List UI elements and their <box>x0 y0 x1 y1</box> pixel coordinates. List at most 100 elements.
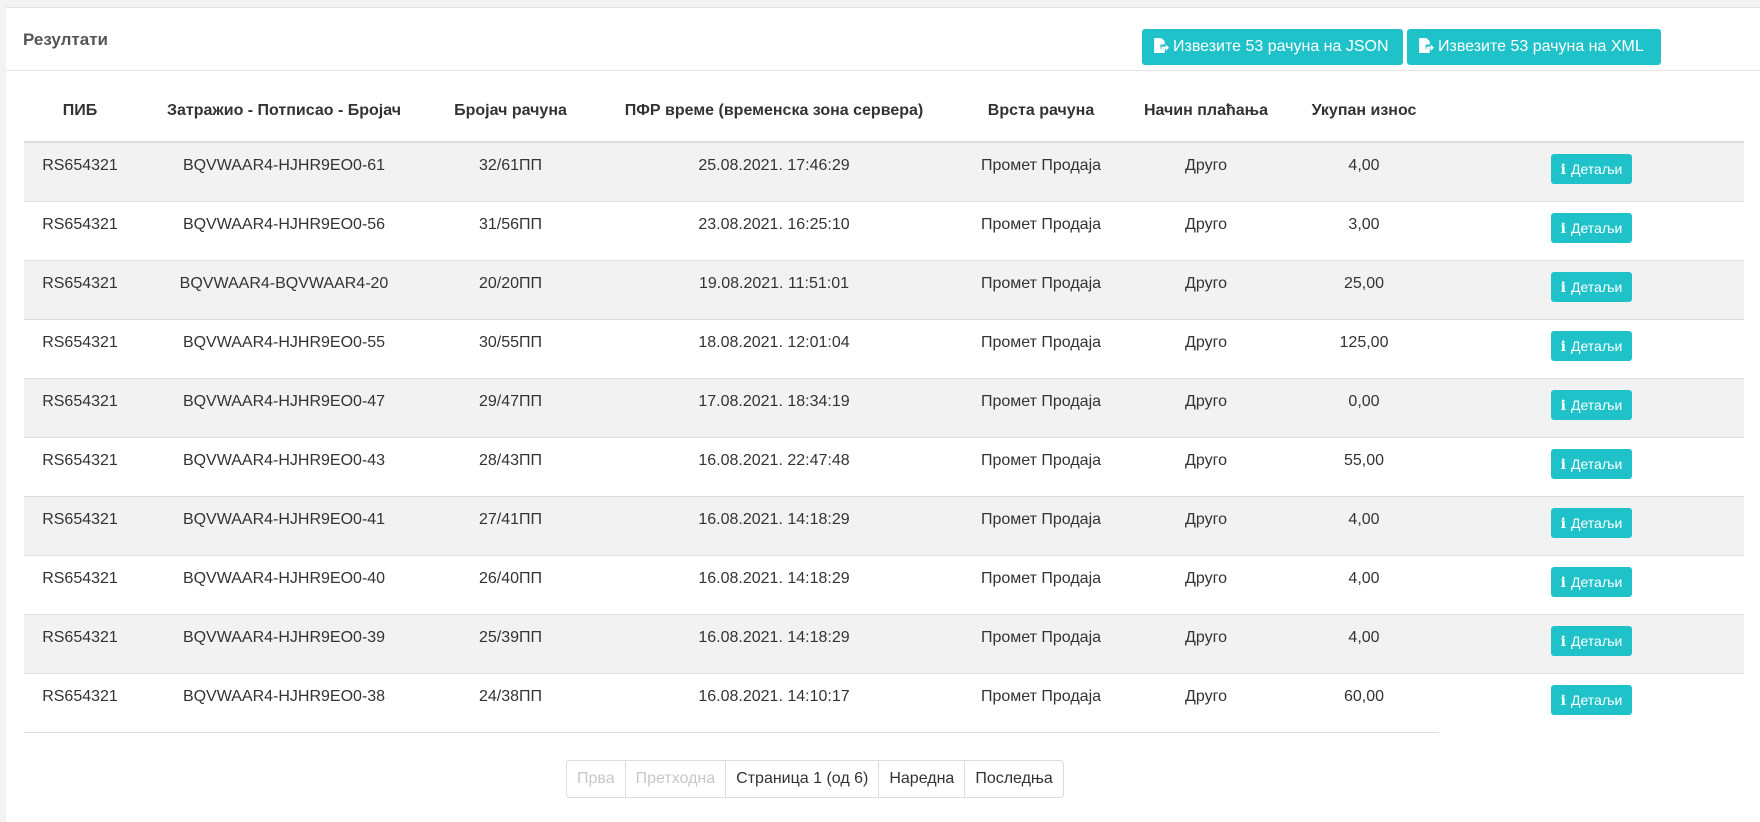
cell-total: 55,00 <box>1289 436 1439 496</box>
table-row: RS654321 BQVWAAR4-HJHR9EO0-61 32/61ПП 25.08… <box>24 141 1744 201</box>
cell-pib: RS654321 <box>24 318 136 378</box>
cell-type: Промет Продаја <box>959 613 1123 673</box>
cell-counter: 31/56ПП <box>432 200 589 260</box>
cell-total: 4,00 <box>1289 495 1439 555</box>
info-icon: i <box>1560 456 1566 473</box>
details-button[interactable]: i Детаљи <box>1551 212 1632 243</box>
export-json-button[interactable]: Извезите 53 рачуна на JSON <box>1142 29 1403 65</box>
cell-payment: Друго <box>1123 672 1289 733</box>
cell-time: 16.08.2021. 22:47:48 <box>589 436 959 496</box>
cell-actions: i Детаљи <box>1439 318 1744 378</box>
cell-payment: Друго <box>1123 495 1289 555</box>
table-row: RS654321 BQVWAAR4-HJHR9EO0-55 30/55ПП 18.08… <box>24 318 1744 378</box>
cell-total: 60,00 <box>1289 672 1439 733</box>
cell-total: 4,00 <box>1289 613 1439 673</box>
cell-payment: Друго <box>1123 554 1289 614</box>
cell-total: 3,00 <box>1289 200 1439 260</box>
cell-pib: RS654321 <box>24 436 136 496</box>
details-label: Детаљи <box>1570 632 1623 649</box>
details-button[interactable]: i Детаљи <box>1551 271 1632 302</box>
details-button[interactable]: i Детаљи <box>1551 625 1632 656</box>
file-export-icon <box>1419 38 1434 53</box>
header-pib[interactable]: ПИБ <box>24 85 136 143</box>
cell-type: Промет Продаја <box>959 259 1123 319</box>
cell-requester: BQVWAAR4-HJHR9EO0-38 <box>136 672 432 733</box>
cell-actions: i Детаљи <box>1439 200 1744 260</box>
details-button[interactable]: i Детаљи <box>1551 389 1632 420</box>
header-requester[interactable]: Затражио - Потписао - Бројач <box>136 85 432 143</box>
panel-header: Резултати Извезите 53 рачуна на JSON Изв… <box>6 8 1760 71</box>
cell-type: Промет Продаја <box>959 672 1123 733</box>
header-total[interactable]: Укупан износ <box>1289 85 1439 143</box>
cell-time: 19.08.2021. 11:51:01 <box>589 259 959 319</box>
cell-counter: 26/40ПП <box>432 554 589 614</box>
pagination-next[interactable]: Наредна <box>878 761 964 797</box>
cell-time: 16.08.2021. 14:18:29 <box>589 613 959 673</box>
cell-total: 125,00 <box>1289 318 1439 378</box>
cell-requester: BQVWAAR4-HJHR9EO0-43 <box>136 436 432 496</box>
header-actions <box>1439 85 1744 143</box>
cell-actions: i Детаљи <box>1439 141 1744 201</box>
cell-pib: RS654321 <box>24 613 136 673</box>
cell-requester: BQVWAAR4-HJHR9EO0-40 <box>136 554 432 614</box>
receipts-table: ПИБ Затражио - Потписао - Бројач Бројач … <box>24 85 1744 733</box>
cell-type: Промет Продаја <box>959 554 1123 614</box>
cell-type: Промет Продаја <box>959 495 1123 555</box>
cell-total: 4,00 <box>1289 554 1439 614</box>
cell-payment: Друго <box>1123 613 1289 673</box>
export-xml-label: Извезите 53 рачуна на XML <box>1438 38 1644 55</box>
info-icon: i <box>1560 397 1566 414</box>
cell-counter: 25/39ПП <box>432 613 589 673</box>
cell-total: 0,00 <box>1289 377 1439 437</box>
details-button[interactable]: i Детаљи <box>1551 507 1632 538</box>
cell-payment: Друго <box>1123 259 1289 319</box>
info-icon: i <box>1560 515 1566 532</box>
cell-time: 18.08.2021. 12:01:04 <box>589 318 959 378</box>
cell-time: 16.08.2021. 14:18:29 <box>589 495 959 555</box>
cell-payment: Друго <box>1123 141 1289 201</box>
cell-time: 16.08.2021. 14:18:29 <box>589 554 959 614</box>
cell-payment: Друго <box>1123 318 1289 378</box>
details-button[interactable]: i Детаљи <box>1551 684 1632 715</box>
details-label: Детаљи <box>1570 514 1623 531</box>
export-json-label: Извезите 53 рачуна на JSON <box>1173 38 1389 55</box>
details-button[interactable]: i Детаљи <box>1551 448 1632 479</box>
table-row: RS654321 BQVWAAR4-HJHR9EO0-47 29/47ПП 17.08… <box>24 377 1744 437</box>
info-icon: i <box>1560 574 1566 591</box>
export-xml-button[interactable]: Извезите 53 рачуна на XML <box>1407 29 1661 65</box>
cell-counter: 29/47ПП <box>432 377 589 437</box>
cell-time: 16.08.2021. 14:10:17 <box>589 672 959 733</box>
details-label: Детаљи <box>1570 219 1623 236</box>
info-icon: i <box>1560 633 1566 650</box>
pagination-first: Прва <box>577 770 615 787</box>
header-type[interactable]: Врста рачуна <box>959 85 1123 143</box>
details-button[interactable]: i Детаљи <box>1551 154 1632 184</box>
details-button[interactable]: i Детаљи <box>1551 566 1632 597</box>
cell-requester: BQVWAAR4-HJHR9EO0-56 <box>136 200 432 260</box>
pagination-last[interactable]: Последња <box>964 761 1063 797</box>
details-label: Детаљи <box>1570 691 1623 708</box>
cell-pib: RS654321 <box>24 200 136 260</box>
details-label: Детаљи <box>1570 396 1623 413</box>
details-button[interactable]: i Детаљи <box>1551 330 1632 361</box>
cell-time: 25.08.2021. 17:46:29 <box>589 141 959 201</box>
cell-actions: i Детаљи <box>1439 672 1744 732</box>
cell-counter: 28/43ПП <box>432 436 589 496</box>
header-payment[interactable]: Начин плаћања <box>1123 85 1289 143</box>
table-row: RS654321 BQVWAAR4-HJHR9EO0-56 31/56ПП 23.08… <box>24 200 1744 260</box>
table-row: RS654321 BQVWAAR4-HJHR9EO0-40 26/40ПП 16.08… <box>24 554 1744 614</box>
cell-counter: 32/61ПП <box>432 141 589 201</box>
cell-actions: i Детаљи <box>1439 377 1744 437</box>
cell-type: Промет Продаја <box>959 200 1123 260</box>
cell-pib: RS654321 <box>24 259 136 319</box>
cell-requester: BQVWAAR4-HJHR9EO0-55 <box>136 318 432 378</box>
header-counter[interactable]: Бројач рачуна <box>432 85 589 143</box>
cell-actions: i Детаљи <box>1439 495 1744 555</box>
header-time[interactable]: ПФР време (временска зона сервера) <box>589 85 959 143</box>
cell-actions: i Детаљи <box>1439 613 1744 673</box>
cell-pib: RS654321 <box>24 495 136 555</box>
cell-counter: 30/55ПП <box>432 318 589 378</box>
cell-total: 25,00 <box>1289 259 1439 319</box>
pagination-current: Страница 1 (од 6) <box>725 761 878 797</box>
cell-actions: i Детаљи <box>1439 436 1744 496</box>
